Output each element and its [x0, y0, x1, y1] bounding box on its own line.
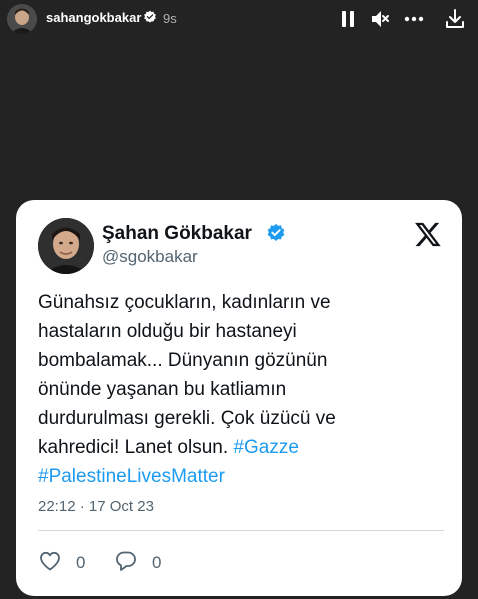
- reply-count: 0: [152, 553, 162, 572]
- tweet-handle[interactable]: @sgokbakar: [102, 247, 198, 267]
- reply-button[interactable]: 0: [114, 550, 161, 576]
- verified-badge-icon: [266, 223, 286, 243]
- speaker-muted-icon[interactable]: [369, 8, 391, 30]
- reply-bubble-icon: [114, 549, 138, 578]
- story-avatar[interactable]: [7, 4, 37, 34]
- tweet-text-line: durdurulması gerekli. Çok üzücü ve: [38, 408, 336, 429]
- tweet-author-avatar[interactable]: [38, 218, 94, 274]
- story-username[interactable]: sahangokbakar: [46, 10, 141, 25]
- more-horizontal-icon[interactable]: [403, 8, 425, 30]
- tweet-text-line: Günahsız çocukların, kadınların ve: [38, 292, 331, 313]
- story-time-ago: 9s: [163, 11, 177, 26]
- tweet-text: Günahsız çocukların, kadınların ve hasta…: [38, 288, 448, 491]
- tweet-text-line: bombalamak... Dünyanın gözünün: [38, 350, 328, 371]
- download-icon[interactable]: [444, 8, 466, 30]
- tweet-timestamp[interactable]: 22:12 · 17 Oct 23: [38, 498, 154, 515]
- tweet-display-name[interactable]: Şahan Gökbakar: [102, 223, 252, 245]
- tweet-text-line: kahredici! Lanet olsun. #Gazze: [38, 433, 448, 462]
- story-header: sahangokbakar 9s: [0, 0, 478, 40]
- like-button[interactable]: 0: [38, 550, 85, 576]
- like-count: 0: [76, 553, 86, 572]
- hashtag-palestine-lives-matter[interactable]: #PalestineLivesMatter: [38, 466, 225, 487]
- tweet-text-line: hastaların olduğu bir hastaneyi: [38, 321, 297, 342]
- tweet-card: Şahan Gökbakar @sgokbakar Günahsız çocuk…: [16, 200, 462, 596]
- heart-icon: [38, 549, 62, 578]
- tweet-text-line: önünde yaşanan bu katliamın: [38, 379, 287, 400]
- tweet-text-line: #PalestineLivesMatter: [38, 462, 448, 491]
- x-logo-icon: [414, 220, 442, 248]
- divider: [38, 530, 444, 531]
- hashtag-gazze[interactable]: #Gazze: [233, 437, 298, 458]
- pause-icon[interactable]: [337, 8, 359, 30]
- tweet-text-fragment: kahredici! Lanet olsun.: [38, 437, 234, 458]
- verified-badge-icon: [143, 10, 157, 24]
